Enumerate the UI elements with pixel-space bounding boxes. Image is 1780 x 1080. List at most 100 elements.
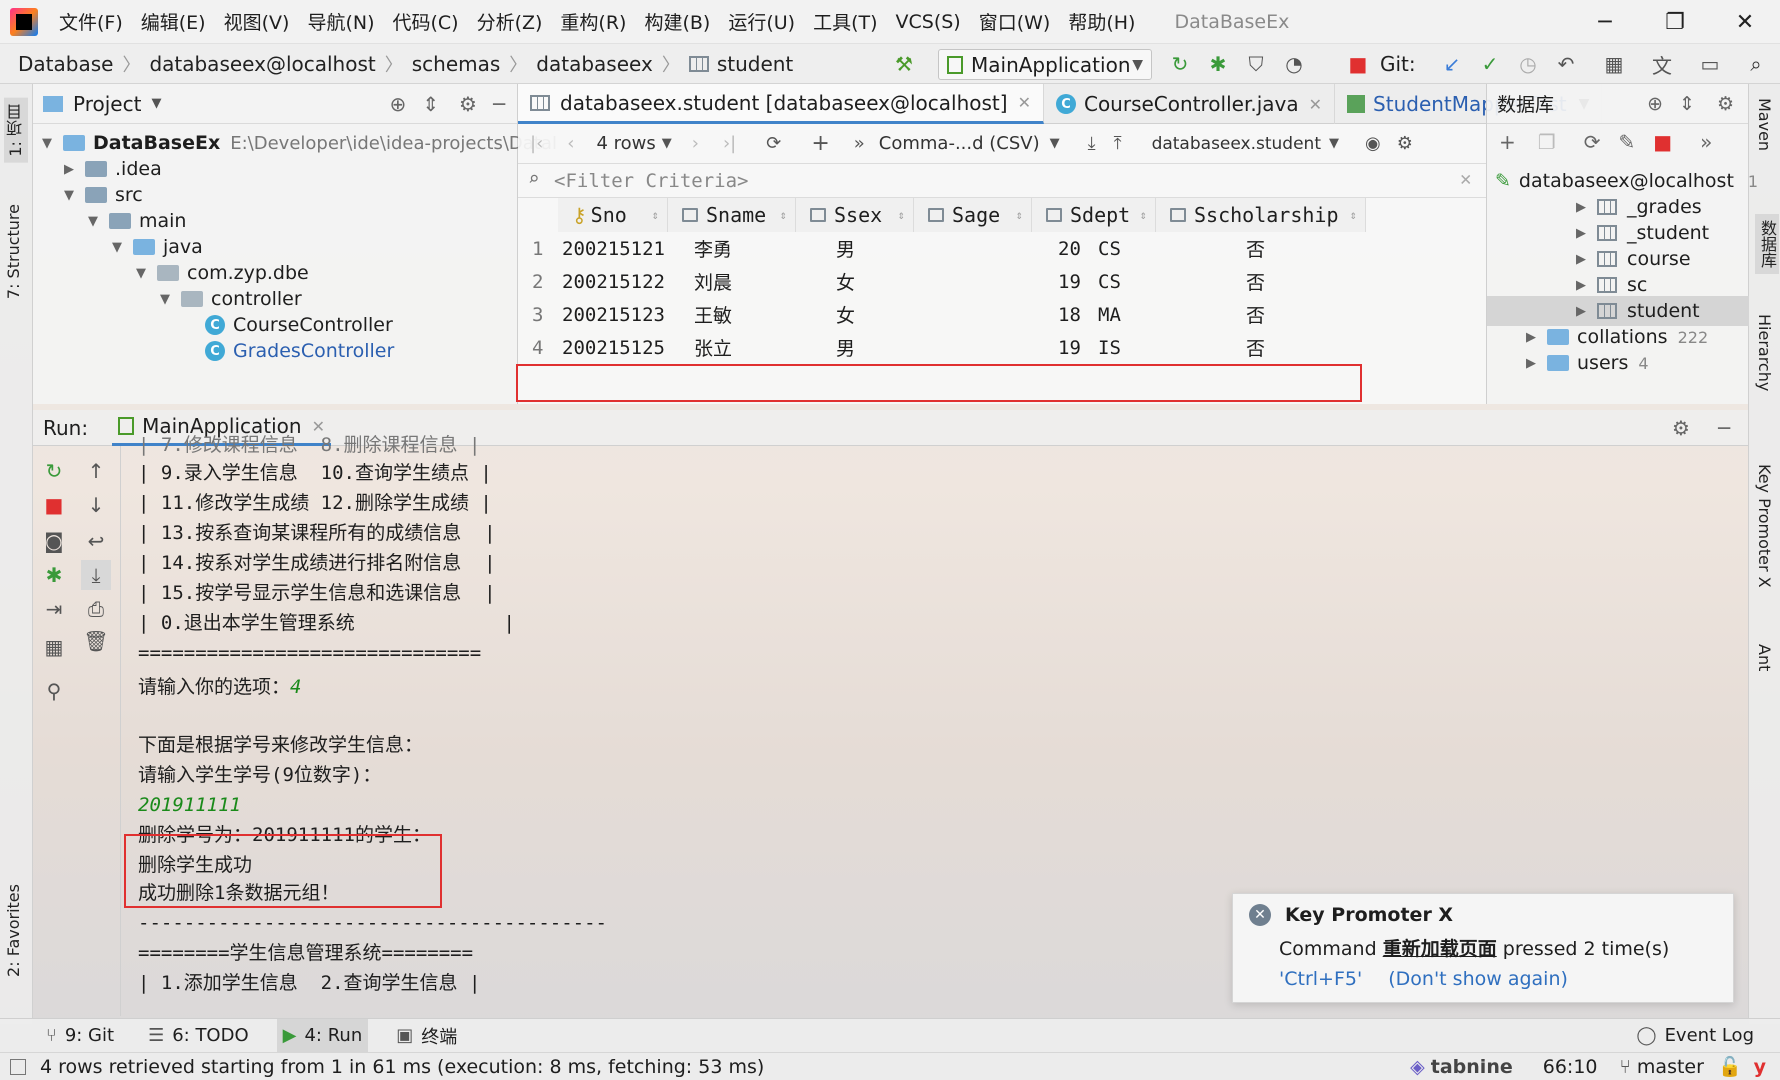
prev-page-icon[interactable]: ‹ [567, 133, 574, 154]
menu-view[interactable]: 视图(V) [215, 8, 299, 35]
debug-icon[interactable]: ✱ [1204, 50, 1232, 78]
cell-sscholarship[interactable]: 否 [1246, 265, 1265, 298]
filter-input[interactable]: <Filter Criteria> [554, 170, 748, 192]
menu-help[interactable]: 帮助(H) [1059, 8, 1144, 35]
pin-icon[interactable]: ⚲ [39, 676, 69, 706]
breadcrumb-connection[interactable]: databaseex@localhost [149, 52, 375, 76]
cell-sscholarship[interactable]: 否 [1246, 331, 1265, 364]
tool-tab-ant[interactable]: Ant [1755, 644, 1774, 671]
cell-sname[interactable]: 刘晨 [694, 265, 732, 298]
clear-filter-icon[interactable]: ✕ [1460, 168, 1471, 190]
git-branch[interactable]: master [1637, 1056, 1704, 1078]
edit-icon[interactable]: ✎ [1618, 130, 1635, 154]
run-config-dropdown[interactable]: MainApplication ▼ [938, 49, 1152, 80]
cell-ssex[interactable]: 男 [836, 232, 855, 265]
git-history-icon[interactable]: ◷ [1514, 50, 1542, 78]
menu-tools[interactable]: 工具(T) [804, 8, 886, 35]
tree-item-gradescontroller[interactable]: C GradesController [205, 336, 394, 366]
cell-ssex[interactable]: 女 [836, 298, 855, 331]
menu-vcs[interactable]: VCS(S) [887, 11, 970, 33]
close-tab-icon[interactable]: ✕ [1018, 93, 1031, 112]
coverage-icon[interactable]: ⛉ [1242, 50, 1270, 78]
collapse-all-icon[interactable]: ⇕ [1679, 93, 1695, 115]
filter-bar[interactable]: ⌕ <Filter Criteria> ✕ [518, 164, 1486, 198]
cell-sdept[interactable]: CS [1098, 265, 1121, 298]
stop-icon[interactable]: ■ [1344, 50, 1372, 78]
add-icon[interactable]: + [1499, 130, 1516, 154]
chevron-down-icon[interactable]: ▼ [1050, 136, 1060, 151]
column-header-sage[interactable]: Sage ⇕ [914, 198, 1032, 232]
toggle-panels-icon[interactable] [10, 1058, 26, 1075]
tool-tab-run[interactable]: ▶ 4: Run [276, 1018, 369, 1053]
scroll-to-end-icon[interactable]: ⤓ [81, 560, 111, 590]
row-count-dropdown[interactable]: 4 rows [596, 133, 655, 154]
stop-icon[interactable]: ■ [1653, 130, 1672, 154]
column-header-sscholarship[interactable]: Sscholarship ⇕ [1156, 198, 1366, 232]
cell-ssex[interactable]: 男 [836, 331, 855, 364]
tool-tab-todo[interactable]: ☰ 6: TODO [142, 1019, 255, 1053]
gear-icon[interactable]: ⚙ [1717, 93, 1734, 115]
tool-tab-terminal[interactable]: ▣ 终端 [390, 1019, 463, 1053]
presentation-icon[interactable]: ▭ [1696, 50, 1724, 78]
tool-tab-event-log[interactable]: ◯ Event Log [1630, 1019, 1760, 1053]
translate-icon[interactable]: 文 [1648, 50, 1676, 78]
hide-panel-icon[interactable]: ─ [1718, 416, 1730, 440]
tab-student-table[interactable]: databaseex.student [databaseex@localhost… [518, 84, 1044, 124]
rerun-icon[interactable]: ↻ [1166, 50, 1194, 78]
menu-edit[interactable]: 编辑(E) [132, 8, 215, 35]
cell-sno[interactable]: 200215121 [562, 232, 665, 265]
caret-position[interactable]: 66:10 [1543, 1056, 1598, 1078]
breadcrumb-schemas[interactable]: schemas [412, 52, 501, 76]
exit-icon[interactable]: ⇥ [39, 594, 69, 624]
cell-sname[interactable]: 张立 [694, 331, 732, 364]
close-tab-icon[interactable]: ✕ [1309, 95, 1322, 114]
search-icon[interactable]: ⌕ [1742, 50, 1770, 78]
menu-refactor[interactable]: 重构(R) [551, 8, 635, 35]
view-icon[interactable]: ◉ [1365, 133, 1381, 154]
refresh-icon[interactable]: ⟳ [766, 133, 781, 154]
cell-sno[interactable]: 200215122 [562, 265, 665, 298]
stop-icon[interactable]: ■ [39, 490, 69, 520]
lock-icon[interactable]: 🔓 [1718, 1055, 1742, 1078]
breadcrumb-database[interactable]: Database [18, 52, 113, 76]
profile-icon[interactable]: ◔ [1280, 50, 1308, 78]
menu-build[interactable]: 构建(B) [635, 8, 719, 35]
tool-tab-hierarchy[interactable]: Hierarchy [1755, 314, 1774, 391]
cell-sno[interactable]: 200215125 [562, 331, 665, 364]
gear-icon[interactable]: ⚙ [1397, 133, 1413, 154]
project-structure-icon[interactable]: ▦ [1600, 50, 1628, 78]
cell-sscholarship[interactable]: 否 [1246, 298, 1265, 331]
camera-icon[interactable]: ◙ [39, 526, 69, 556]
add-row-icon[interactable]: + [811, 131, 829, 156]
chevron-down-icon[interactable]: ▼ [151, 96, 161, 111]
rerun-icon[interactable]: ↻ [39, 456, 69, 486]
column-header-sdept[interactable]: Sdept ⇕ [1032, 198, 1156, 232]
menu-analyze[interactable]: 分析(Z) [468, 8, 552, 35]
restore-icon[interactable]: ❐ [1640, 0, 1710, 44]
db-users[interactable]: ▶ users 4 [1523, 348, 1649, 378]
tool-tab-git[interactable]: ⑂ 9: Git [40, 1019, 120, 1053]
refresh-icon[interactable]: ⟳ [1584, 130, 1601, 154]
more-icon[interactable]: » [1700, 130, 1712, 154]
menu-run[interactable]: 运行(U) [719, 8, 804, 35]
tool-tab-favorites[interactable]: 2: Favorites [4, 884, 23, 977]
download-icon[interactable]: ⤓ [1088, 133, 1096, 154]
debug-icon[interactable]: ✱ [39, 560, 69, 590]
breadcrumb-schema[interactable]: databaseex [536, 52, 653, 76]
cell-sno[interactable]: 200215123 [562, 298, 665, 331]
cell-sage[interactable]: 20 [1058, 232, 1081, 265]
plugin-icon[interactable]: y [1754, 1056, 1766, 1078]
tool-tab-database[interactable]: 数据库 [1755, 214, 1779, 274]
locate-icon[interactable]: ⊕ [389, 92, 406, 116]
git-rollback-icon[interactable]: ↶ [1552, 50, 1580, 78]
gear-icon[interactable]: ⚙ [1672, 416, 1690, 440]
menu-code[interactable]: 代码(C) [383, 8, 467, 35]
tab-coursecontroller[interactable]: C CourseController.java ✕ [1044, 84, 1336, 124]
menu-file[interactable]: 文件(F) [50, 8, 132, 35]
cell-sdept[interactable]: IS [1098, 331, 1121, 364]
copy-icon[interactable]: ❐ [1538, 130, 1556, 154]
table-selector[interactable]: databaseex.student [1152, 134, 1321, 154]
git-update-icon[interactable]: ↙ [1438, 50, 1466, 78]
cell-ssex[interactable]: 女 [836, 265, 855, 298]
next-page-icon[interactable]: › [692, 133, 699, 154]
